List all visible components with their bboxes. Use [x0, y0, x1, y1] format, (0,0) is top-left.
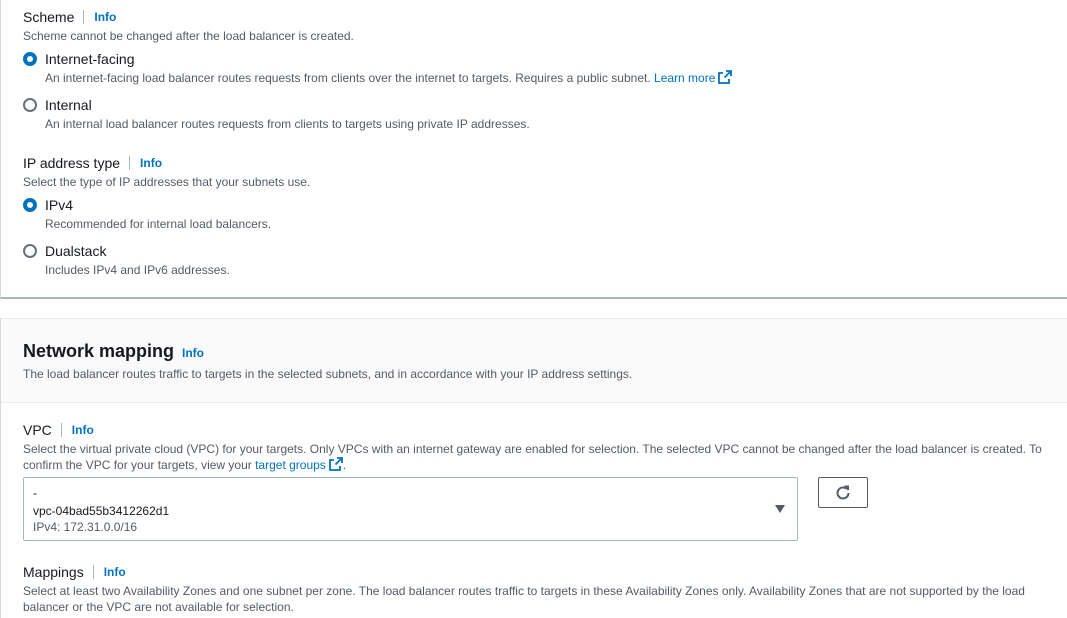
ip-type-label: IP address type	[23, 155, 121, 171]
divider	[83, 10, 85, 24]
radio-label: Dualstack	[45, 243, 107, 259]
network-mapping-panel: Network mapping Info The load balancer r…	[0, 318, 1067, 618]
vpc-select[interactable]: - vpc-04bad55b3412262d1 IPv4: 172.31.0.0…	[23, 477, 798, 541]
radio-label: Internet-facing	[45, 51, 135, 67]
vpc-description-text: Select the virtual private cloud (VPC) f…	[23, 442, 1042, 472]
scheme-info-link[interactable]: Info	[94, 10, 116, 24]
ip-type-header: IP address type Info	[23, 154, 162, 172]
radio-unselected-icon[interactable]	[23, 244, 37, 258]
ip-type-description: Select the type of IP addresses that you…	[23, 175, 311, 189]
vpc-selected-id: vpc-04bad55b3412262d1	[33, 504, 170, 518]
vpc-selected-name: -	[33, 486, 37, 500]
external-link-icon	[328, 457, 343, 471]
ipv4-description: Recommended for internal load balancers.	[45, 217, 272, 231]
internet-facing-description: An internet-facing load balancer routes …	[45, 70, 733, 86]
radio-label: IPv4	[45, 197, 74, 213]
learn-more-link[interactable]: Learn more	[654, 70, 733, 85]
mappings-info-link[interactable]: Info	[104, 565, 126, 579]
vpc-description: Select the virtual private cloud (VPC) f…	[23, 441, 1063, 473]
network-mapping-header: Network mapping Info The load balancer r…	[1, 319, 1067, 403]
option-description-text: An internet-facing load balancer routes …	[45, 71, 651, 85]
scheme-label: Scheme	[23, 9, 75, 25]
mappings-label: Mappings	[23, 564, 84, 580]
radio-unselected-icon[interactable]	[23, 98, 37, 112]
network-mapping-title: Network mapping	[23, 341, 175, 361]
radio-selected-icon[interactable]	[23, 52, 37, 66]
scheme-description: Scheme cannot be changed after the load …	[23, 29, 354, 43]
refresh-icon	[836, 485, 850, 499]
dualstack-description: Includes IPv4 and IPv6 addresses.	[45, 263, 230, 277]
target-groups-link[interactable]: target groups	[255, 457, 343, 472]
vpc-info-link[interactable]: Info	[72, 423, 94, 437]
divider	[92, 565, 94, 579]
network-mapping-description: The load balancer routes traffic to targ…	[23, 367, 633, 381]
mappings-header: Mappings Info	[23, 563, 126, 581]
scheme-header: Scheme Info	[23, 8, 116, 26]
ip-type-info-link[interactable]: Info	[140, 156, 162, 170]
divider	[129, 156, 131, 170]
caret-down-icon[interactable]	[775, 505, 785, 513]
scheme-option-internet-facing[interactable]: Internet-facing	[23, 50, 135, 68]
internal-description: An internal load balancer routes request…	[45, 117, 530, 131]
vpc-selected-cidr: IPv4: 172.31.0.0/16	[33, 520, 138, 534]
vpc-label: VPC	[23, 422, 52, 438]
network-mapping-info-link[interactable]: Info	[182, 346, 204, 360]
radio-selected-icon[interactable]	[23, 198, 37, 212]
basic-config-panel: Scheme Info Scheme cannot be changed aft…	[0, 0, 1067, 299]
vpc-header: VPC Info	[23, 421, 94, 439]
radio-label: Internal	[45, 97, 92, 113]
divider	[60, 423, 62, 437]
mappings-description: Select at least two Availability Zones a…	[23, 584, 1025, 614]
section-gap	[0, 299, 1067, 318]
refresh-vpc-button[interactable]	[818, 477, 868, 508]
external-link-icon	[718, 70, 733, 84]
ip-option-dualstack[interactable]: Dualstack	[23, 242, 106, 260]
scheme-option-internal[interactable]: Internal	[23, 96, 92, 114]
network-mapping-title-row: Network mapping Info	[23, 340, 204, 362]
ip-option-ipv4[interactable]: IPv4	[23, 196, 73, 214]
vpc-description-suffix: .	[342, 458, 347, 472]
